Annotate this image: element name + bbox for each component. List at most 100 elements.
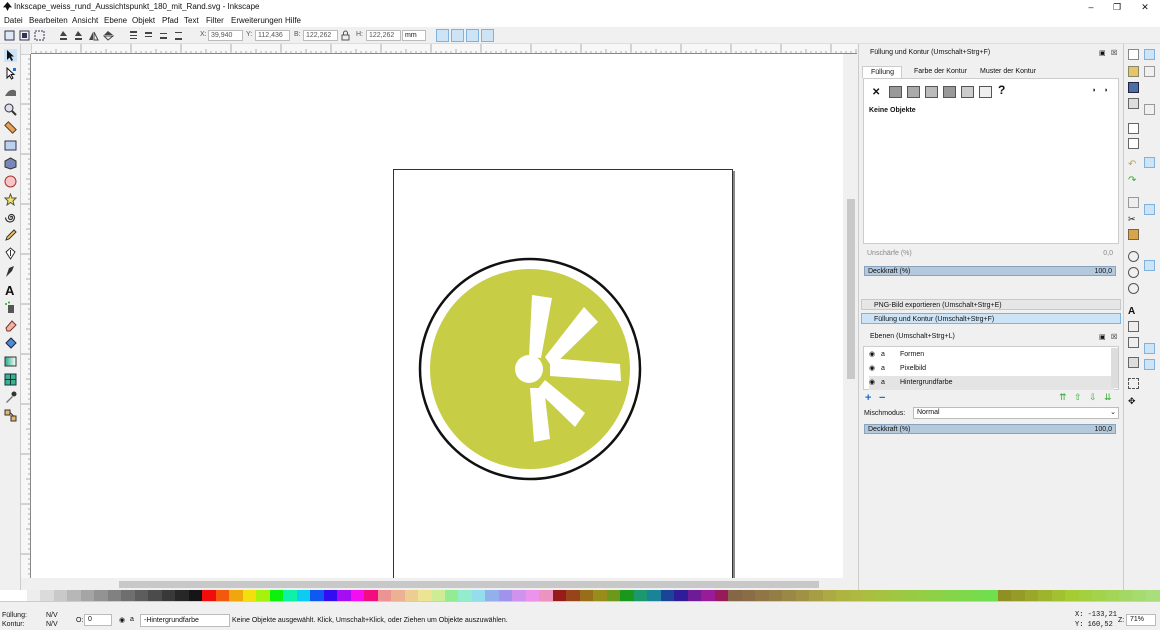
palette-swatch[interactable] bbox=[175, 590, 189, 601]
tab-stroke-paint[interactable]: Farbe der Kontur bbox=[906, 66, 970, 78]
fill-rule-nonzero-icon[interactable]: ◗ bbox=[1104, 87, 1108, 94]
palette-swatch[interactable] bbox=[431, 590, 445, 601]
calligraphy-tool-icon[interactable] bbox=[4, 265, 17, 278]
mesh-tool-icon[interactable] bbox=[4, 373, 17, 386]
snap-grid-icon[interactable] bbox=[1144, 343, 1155, 354]
palette-swatch[interactable] bbox=[13, 590, 27, 601]
palette-swatch[interactable] bbox=[296, 590, 311, 601]
opacity-field[interactable]: 0 bbox=[84, 614, 112, 626]
palette-swatch[interactable] bbox=[620, 590, 634, 601]
palette-swatch[interactable] bbox=[822, 590, 837, 601]
menu-text[interactable]: Text bbox=[184, 16, 199, 25]
deselect-icon[interactable] bbox=[34, 30, 45, 41]
fill-stroke-panel-header[interactable]: Füllung und Kontur (Umschalt+Strg+F) bbox=[861, 313, 1121, 324]
close-button[interactable]: ✕ bbox=[1134, 1, 1156, 13]
menu-hilfe[interactable]: Hilfe bbox=[285, 16, 301, 25]
menu-objekt[interactable]: Objekt bbox=[132, 16, 155, 25]
x-field[interactable]: 39,940 bbox=[208, 30, 243, 41]
connector-tool-icon[interactable] bbox=[4, 409, 17, 422]
opacity-slider[interactable]: Deckkraft (%) 100,0 bbox=[864, 266, 1116, 276]
palette-swatch[interactable] bbox=[458, 590, 472, 601]
cut-icon[interactable]: ✂ bbox=[1128, 214, 1139, 225]
palette-swatch[interactable] bbox=[80, 590, 95, 601]
palette-swatch[interactable] bbox=[1024, 590, 1039, 601]
add-layer-icon[interactable]: + bbox=[865, 392, 871, 404]
paste-icon[interactable] bbox=[1128, 229, 1139, 240]
palette-swatch[interactable] bbox=[593, 590, 607, 601]
layers-scrollbar[interactable] bbox=[1111, 348, 1118, 388]
menu-ansicht[interactable]: Ansicht bbox=[72, 16, 98, 25]
palette-swatch[interactable] bbox=[512, 590, 526, 601]
pen-tool-icon[interactable] bbox=[4, 247, 17, 260]
raise-layer-to-top-icon[interactable]: ⇈ bbox=[1059, 392, 1067, 403]
palette-swatch[interactable] bbox=[1078, 590, 1093, 601]
palette-swatch[interactable] bbox=[148, 590, 162, 601]
spiral-tool-icon[interactable] bbox=[4, 211, 17, 224]
xml-editor-icon[interactable] bbox=[1128, 321, 1139, 332]
rectangle-tool-icon[interactable] bbox=[4, 139, 17, 152]
mesh-gradient-icon[interactable] bbox=[943, 86, 956, 98]
height-field[interactable]: 122,262 bbox=[366, 30, 401, 41]
palette-swatch[interactable] bbox=[67, 590, 81, 601]
layer-row-formen[interactable]: ◉ a Formen bbox=[869, 348, 1114, 362]
palette-swatch[interactable] bbox=[741, 590, 756, 601]
raise-to-top-icon[interactable] bbox=[128, 30, 139, 41]
transform-gradients-toggle[interactable] bbox=[466, 29, 479, 42]
palette-swatch[interactable] bbox=[970, 590, 985, 601]
palette-swatch[interactable] bbox=[606, 590, 621, 601]
palette-swatch[interactable] bbox=[714, 590, 729, 601]
palette-swatch[interactable] bbox=[269, 590, 284, 601]
palette-swatch[interactable] bbox=[323, 590, 338, 601]
unit-select[interactable]: mm bbox=[402, 30, 426, 41]
ellipse-tool-icon[interactable] bbox=[4, 175, 17, 188]
restore-button[interactable]: ❐ bbox=[1106, 1, 1128, 13]
select-all-icon[interactable] bbox=[4, 30, 15, 41]
visibility-icon[interactable]: ◉ bbox=[869, 362, 875, 376]
palette-swatch[interactable] bbox=[943, 590, 958, 601]
palette-swatch[interactable] bbox=[836, 590, 850, 601]
remove-layer-icon[interactable]: − bbox=[879, 392, 885, 404]
open-icon[interactable] bbox=[1128, 66, 1139, 77]
palette-swatch[interactable] bbox=[0, 590, 14, 601]
menu-ebene[interactable]: Ebene bbox=[104, 16, 127, 25]
horizontal-scrollbar[interactable] bbox=[31, 578, 857, 590]
snap-nodes-icon[interactable] bbox=[1144, 157, 1155, 168]
layer-lock-icon[interactable]: a bbox=[130, 616, 134, 623]
palette-swatch[interactable] bbox=[768, 590, 783, 601]
group-icon[interactable] bbox=[1128, 378, 1139, 389]
lower-to-bottom-icon[interactable] bbox=[173, 30, 184, 41]
snap-path-icon[interactable] bbox=[1144, 204, 1155, 215]
paint-bucket-tool-icon[interactable] bbox=[4, 337, 17, 350]
measure-tool-icon[interactable] bbox=[4, 121, 17, 134]
palette-swatch[interactable] bbox=[391, 590, 405, 601]
palette-swatch[interactable] bbox=[1119, 590, 1133, 601]
palette-swatch[interactable] bbox=[202, 590, 216, 601]
png-export-panel-header[interactable]: PNG-Bild exportieren (Umschalt+Strg+E) bbox=[861, 299, 1121, 310]
dropper-tool-icon[interactable] bbox=[4, 391, 17, 404]
palette-swatch[interactable] bbox=[997, 590, 1012, 601]
layers-close-icon[interactable]: ☒ bbox=[1111, 333, 1117, 341]
palette-swatch[interactable] bbox=[1132, 590, 1147, 601]
drawing-canvas[interactable] bbox=[31, 54, 843, 578]
menu-bearbeiten[interactable]: Bearbeiten bbox=[29, 16, 68, 25]
current-layer-select[interactable]: -Hintergrundfarbe bbox=[140, 614, 230, 627]
text-font-icon[interactable]: A bbox=[1128, 306, 1139, 317]
print-icon[interactable] bbox=[1128, 98, 1139, 109]
flat-color-icon[interactable] bbox=[889, 86, 902, 98]
menu-pfad[interactable]: Pfad bbox=[162, 16, 178, 25]
palette-swatch[interactable] bbox=[485, 590, 499, 601]
layer-row-hintergrundfarbe[interactable]: ◉ a Hintergrundfarbe bbox=[869, 376, 1114, 390]
new-document-icon[interactable] bbox=[1128, 49, 1139, 60]
lower-layer-to-bottom-icon[interactable]: ⇊ bbox=[1104, 392, 1112, 403]
palette-swatch[interactable] bbox=[121, 590, 135, 601]
node-tool-icon[interactable] bbox=[4, 67, 17, 80]
palette-swatch[interactable] bbox=[53, 590, 68, 601]
layers-menu-icon[interactable]: ▣ bbox=[1099, 333, 1106, 341]
y-field[interactable]: 112,436 bbox=[255, 30, 290, 41]
copy-icon[interactable] bbox=[1128, 197, 1139, 208]
menu-erweiterungen[interactable]: Erweiterungen bbox=[231, 16, 283, 25]
snap-bbox-icon[interactable] bbox=[1144, 66, 1155, 77]
zoom-page-icon[interactable] bbox=[1128, 283, 1139, 294]
palette-swatch[interactable] bbox=[1011, 590, 1025, 601]
selector-tool-icon[interactable] bbox=[4, 49, 17, 62]
